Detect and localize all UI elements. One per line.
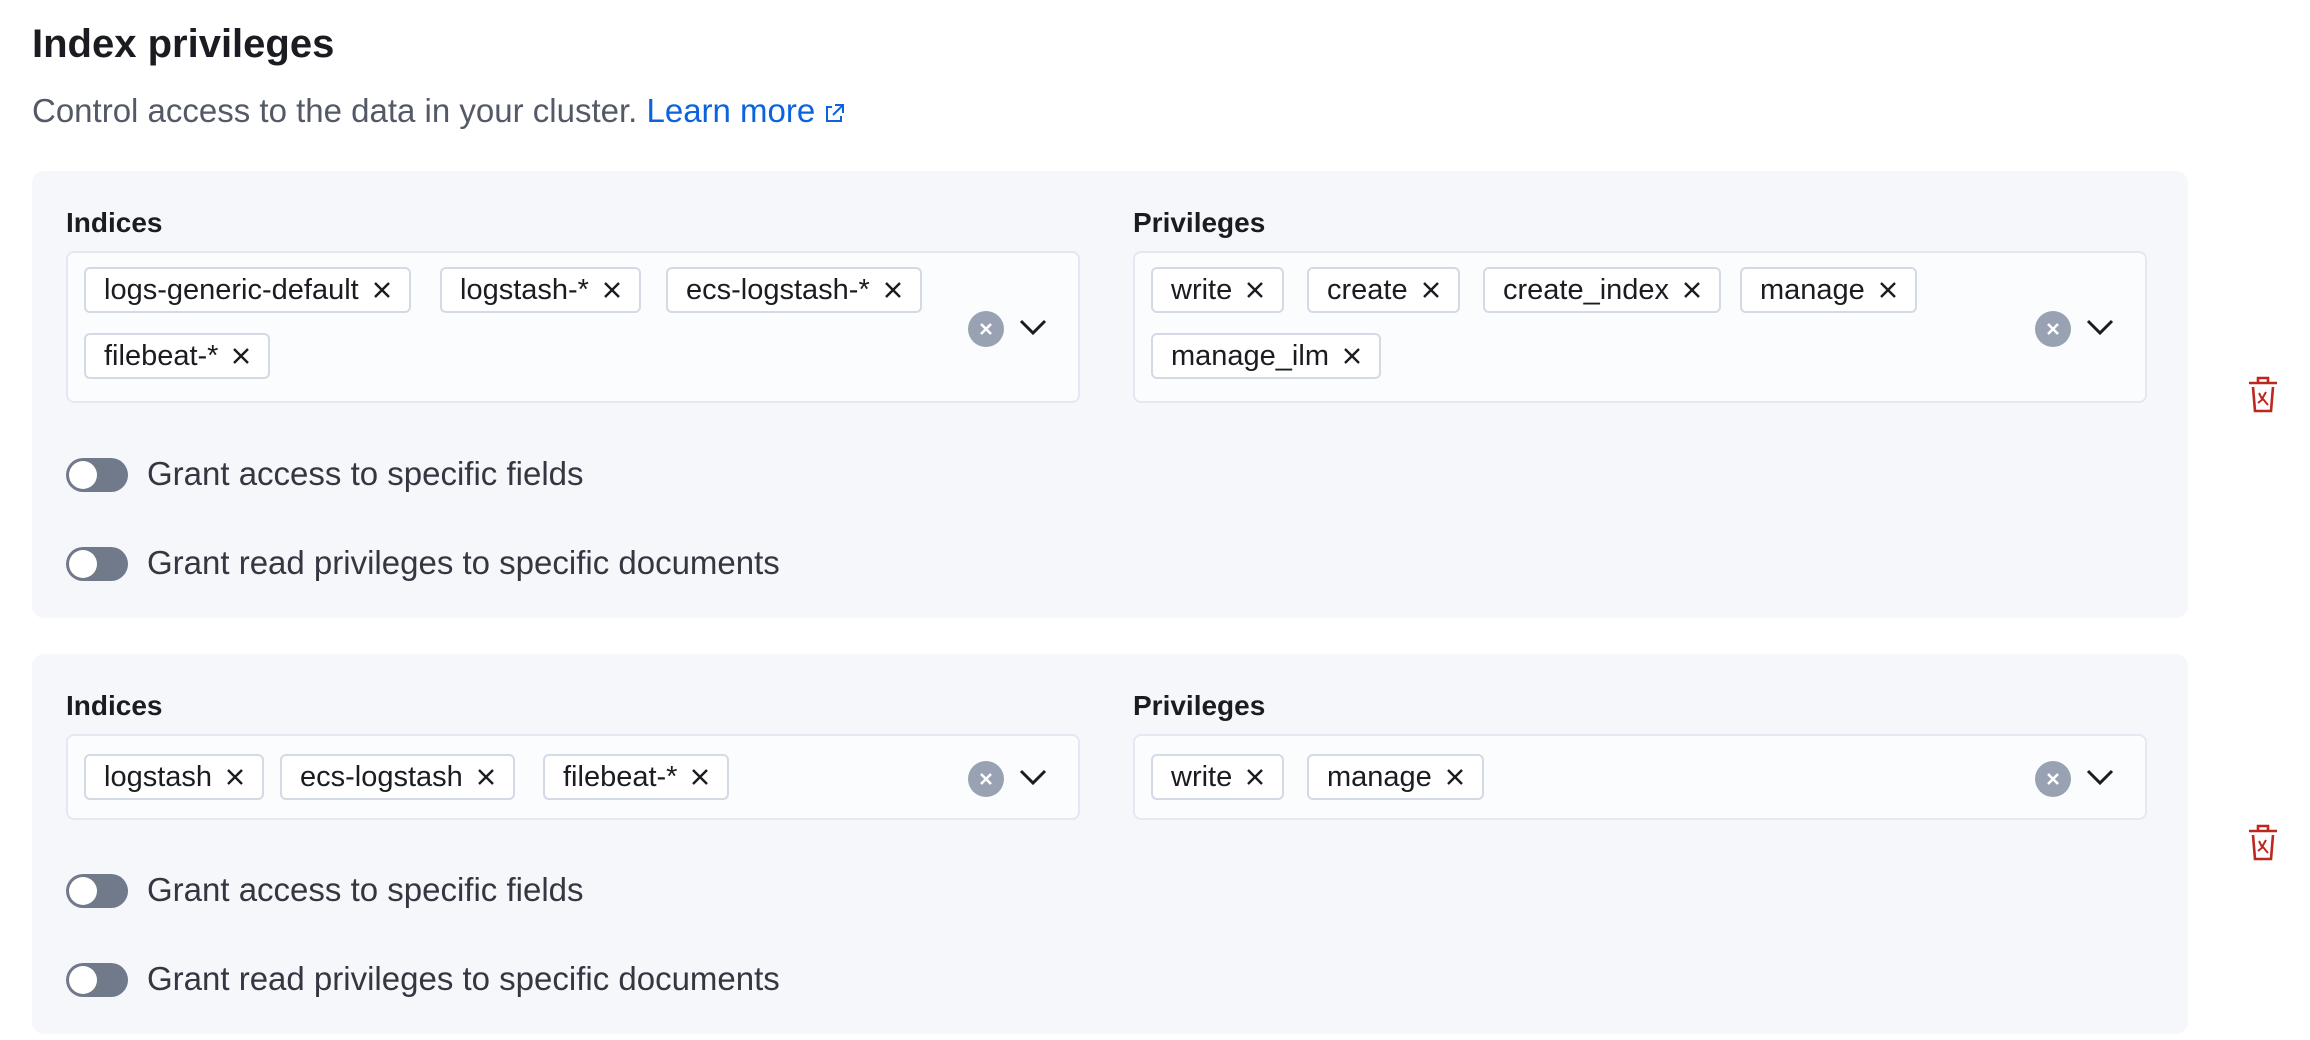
index-pill: logstash-*: [440, 267, 641, 313]
cross-icon[interactable]: [1683, 281, 1701, 299]
toggle-knob: [69, 877, 97, 905]
toggle-knob: [69, 966, 97, 994]
privilege-pill: write: [1151, 754, 1285, 800]
cross-icon[interactable]: [1879, 281, 1897, 299]
privileges-label: Privileges: [1133, 207, 1266, 238]
pill-label: manage: [1327, 760, 1432, 793]
field-security-label: Grant access to specific fields: [147, 871, 584, 908]
pill-label: logstash-*: [460, 273, 589, 306]
chevron-down-icon[interactable]: [1018, 767, 1048, 792]
page-title: Index privileges: [32, 22, 335, 66]
pill-label: manage: [1760, 273, 1865, 306]
field-security-label: Grant access to specific fields: [147, 455, 584, 492]
field-security-toggle[interactable]: [66, 874, 128, 908]
document-security-label: Grant read privileges to specific docume…: [147, 544, 780, 581]
index-privilege-group-2: Indices logstash ecs-logstash filebeat-*…: [32, 654, 2188, 1034]
pill-label: ecs-logstash: [300, 760, 463, 793]
cross-icon[interactable]: [1446, 768, 1464, 786]
clear-circle-icon[interactable]: [968, 311, 1004, 347]
learn-more-label: Learn more: [646, 92, 816, 129]
cross-icon[interactable]: [226, 768, 244, 786]
trash-icon[interactable]: [2246, 822, 2280, 867]
cross-icon[interactable]: [1422, 281, 1440, 299]
document-security-toggle[interactable]: [66, 963, 128, 997]
trash-icon[interactable]: [2246, 374, 2280, 419]
cross-icon[interactable]: [232, 347, 250, 365]
index-pill: filebeat-*: [543, 754, 730, 800]
pill-label: ecs-logstash-*: [686, 273, 870, 306]
indices-label: Indices: [66, 690, 163, 721]
pill-label: manage_ilm: [1171, 339, 1329, 372]
index-pill: ecs-logstash: [280, 754, 515, 800]
pill-label: create_index: [1503, 273, 1670, 306]
external-link-icon: [823, 95, 845, 133]
pill-label: filebeat-*: [104, 339, 219, 372]
description-text: Control access to the data in your clust…: [32, 92, 638, 129]
toggle-knob: [69, 550, 97, 578]
document-security-toggle[interactable]: [66, 547, 128, 581]
index-pill: filebeat-*: [84, 333, 271, 379]
chevron-down-icon[interactable]: [2085, 317, 2115, 342]
privileges-combobox[interactable]: write create create_index manage manage_…: [1133, 251, 2147, 403]
privilege-pill: create: [1307, 267, 1460, 313]
chevron-down-icon[interactable]: [2085, 767, 2115, 792]
cross-icon[interactable]: [1246, 768, 1264, 786]
clear-circle-icon[interactable]: [2035, 761, 2071, 797]
page-description: Control access to the data in your clust…: [32, 92, 845, 133]
field-security-toggle[interactable]: [66, 458, 128, 492]
document-security-label: Grant read privileges to specific docume…: [147, 960, 780, 997]
pill-label: write: [1171, 273, 1233, 306]
privilege-pill: create_index: [1483, 267, 1722, 313]
index-privilege-group-1: Indices logs-generic-default logstash-* …: [32, 171, 2188, 618]
toggle-knob: [69, 461, 97, 489]
pill-label: logstash: [104, 760, 213, 793]
cross-icon[interactable]: [691, 768, 709, 786]
pill-label: write: [1171, 760, 1233, 793]
cross-icon[interactable]: [373, 281, 391, 299]
clear-circle-icon[interactable]: [968, 761, 1004, 797]
chevron-down-icon[interactable]: [1018, 317, 1048, 342]
cross-icon[interactable]: [477, 768, 495, 786]
cross-icon[interactable]: [1246, 281, 1264, 299]
privileges-combobox[interactable]: write manage: [1133, 734, 2147, 820]
indices-combobox[interactable]: logs-generic-default logstash-* ecs-logs…: [66, 251, 1080, 403]
indices-combobox[interactable]: logstash ecs-logstash filebeat-*: [66, 734, 1080, 820]
indices-label: Indices: [66, 207, 163, 238]
pill-label: filebeat-*: [563, 760, 678, 793]
learn-more-link[interactable]: Learn more: [646, 92, 845, 129]
index-pill: ecs-logstash-*: [666, 267, 922, 313]
pill-label: logs-generic-default: [104, 273, 359, 306]
clear-circle-icon[interactable]: [2035, 311, 2071, 347]
index-pill: logs-generic-default: [84, 267, 411, 313]
cross-icon[interactable]: [603, 281, 621, 299]
privilege-pill: manage: [1740, 267, 1917, 313]
privilege-pill: manage: [1307, 754, 1484, 800]
pill-label: create: [1327, 273, 1408, 306]
cross-icon[interactable]: [884, 281, 902, 299]
privilege-pill: write: [1151, 267, 1285, 313]
privilege-pill: manage_ilm: [1151, 333, 1381, 379]
privileges-label: Privileges: [1133, 690, 1266, 721]
cross-icon[interactable]: [1343, 347, 1361, 365]
index-pill: logstash: [84, 754, 265, 800]
